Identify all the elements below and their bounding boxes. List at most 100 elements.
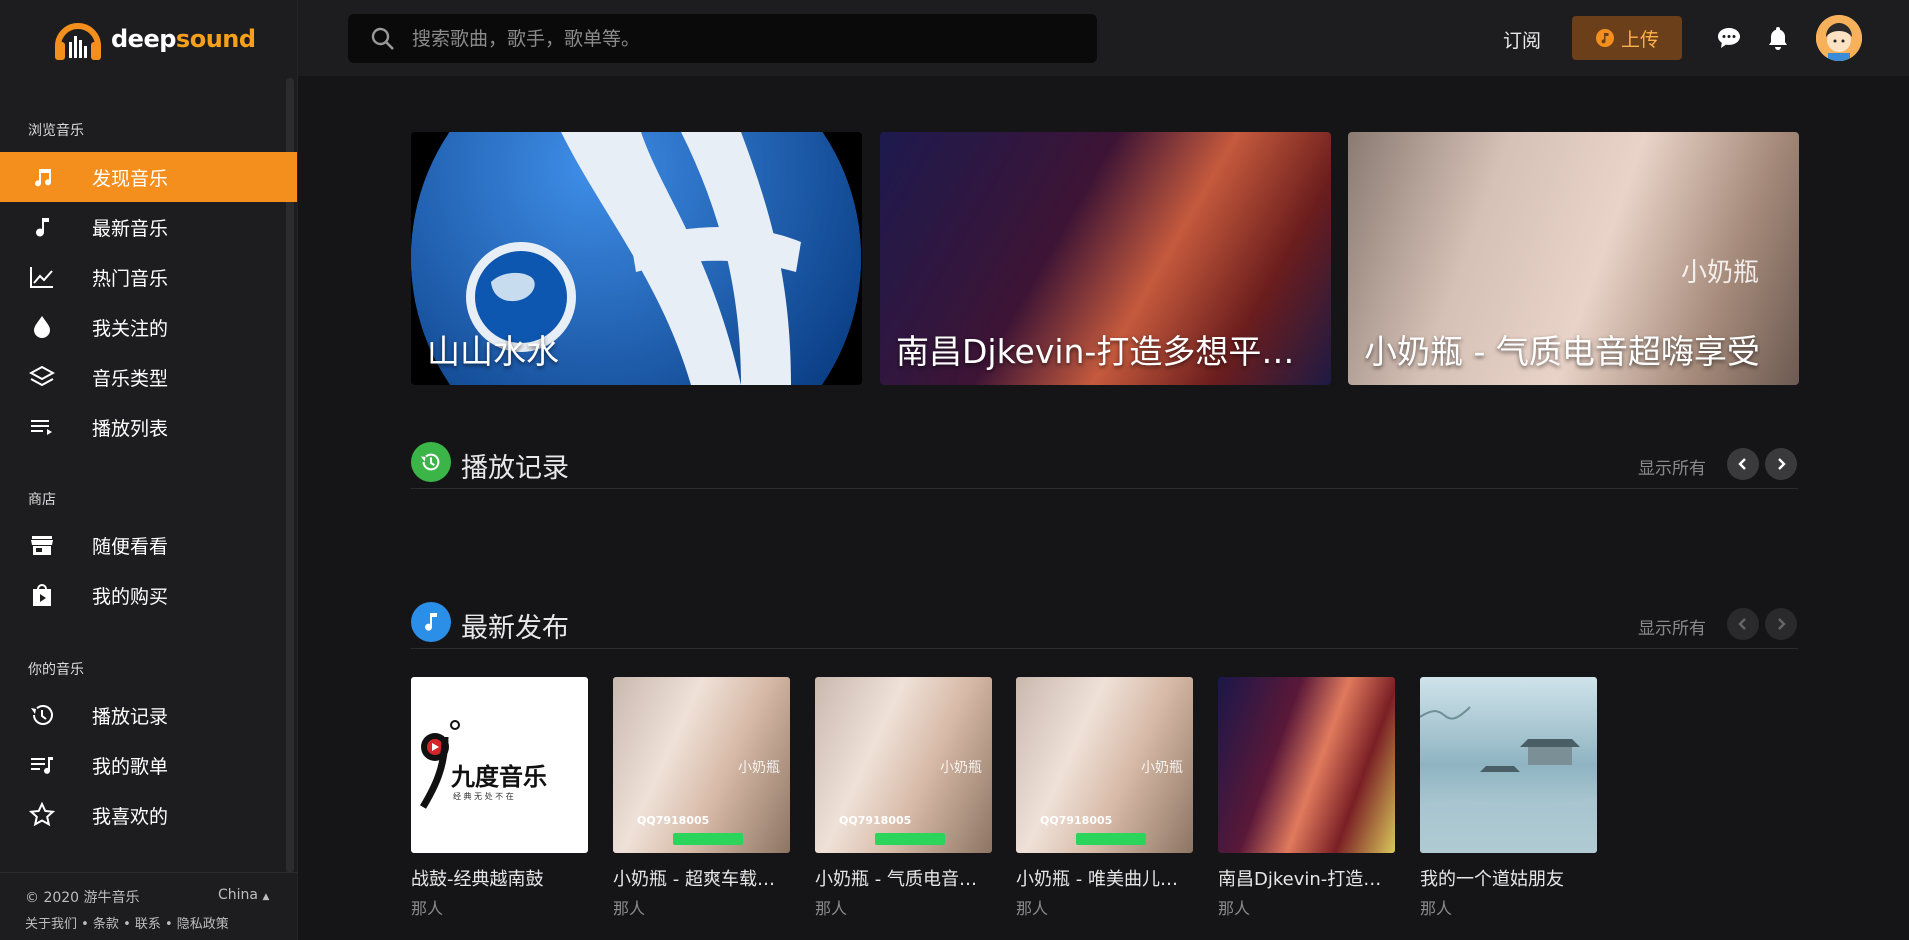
next-arrow-button[interactable]: [1765, 448, 1797, 480]
search-input[interactable]: [410, 26, 1054, 51]
chevron-right-icon: [1778, 618, 1786, 630]
sidebar-item-history[interactable]: 播放记录: [0, 690, 297, 740]
sidebar-item-hot[interactable]: 热门音乐: [0, 252, 297, 302]
sidebar-item-label: 我的歌单: [92, 755, 169, 778]
layers-icon: [28, 363, 56, 391]
logo-text: deepsound: [111, 25, 256, 53]
sidebar-item-genres[interactable]: 音乐类型: [0, 352, 297, 402]
prev-arrow-button[interactable]: [1727, 448, 1759, 480]
track-title[interactable]: 战鼓-经典越南鼓: [411, 865, 588, 891]
sidebar: deepsound 浏览音乐 发现音乐 最新音乐 热门音乐 我关注的 音乐类型: [0, 0, 298, 940]
chevron-left-icon: [1738, 458, 1746, 470]
track-title[interactable]: 小奶瓶 - 气质电音超嗨享受: [815, 865, 992, 891]
music-note-icon: [28, 163, 56, 191]
track-artist[interactable]: 那人: [1016, 895, 1193, 919]
notifications-bell-icon[interactable]: [1764, 24, 1792, 52]
track-artist[interactable]: 那人: [1420, 895, 1597, 919]
track-card[interactable]: 小奶瓶 QQ7918005 小奶瓶 - 气质电音超嗨享受 那人: [815, 677, 992, 919]
track-card[interactable]: 南昌Djkevin-打造多想平庸的我 那人: [1218, 677, 1395, 919]
sidebar-item-label: 我喜欢的: [92, 805, 169, 828]
cover-qq-text: QQ7918005: [839, 814, 912, 827]
track-card[interactable]: 小奶瓶 QQ7918005 小奶瓶 - 唯美曲儿合集 那人: [1016, 677, 1193, 919]
jiudu-brand-text: 九度音乐: [451, 763, 547, 791]
prev-arrow-button[interactable]: [1727, 608, 1759, 640]
footer-links[interactable]: 关于我们 • 条款 • 联系 • 隐私政策: [25, 913, 229, 932]
chevron-left-icon: [1738, 618, 1746, 630]
track-cover: 小奶瓶 QQ7918005: [815, 677, 992, 853]
track-artist[interactable]: 那人: [1218, 895, 1395, 919]
cover-qq-text: QQ7918005: [1040, 814, 1113, 827]
cover-watermark: 小奶瓶: [738, 760, 780, 776]
sidebar-item-label: 音乐类型: [92, 367, 169, 390]
track-artist[interactable]: 那人: [613, 895, 790, 919]
track-artist[interactable]: 那人: [815, 895, 992, 919]
headphones-logo-icon: [55, 23, 101, 60]
featured-banner[interactable]: 小奶瓶 小奶瓶 - 气质电音超嗨享受: [1348, 132, 1799, 385]
shopping-bag-icon: [28, 581, 56, 609]
cover-watermark: 小奶瓶: [1141, 760, 1183, 776]
pavilion-painting-icon: [1420, 706, 1597, 853]
track-artist[interactable]: 那人: [411, 895, 588, 919]
drop-icon: [28, 313, 56, 341]
history-icon: [411, 442, 451, 482]
section-title-store: 商店: [28, 492, 56, 508]
sidebar-item-label: 播放列表: [92, 417, 169, 440]
sidebar-item-playlists[interactable]: 播放列表: [0, 402, 297, 452]
show-all-link[interactable]: 显示所有: [1638, 614, 1706, 639]
sidebar-item-favorites[interactable]: 我喜欢的: [0, 790, 297, 840]
chevron-right-icon: [1778, 458, 1786, 470]
copyright: © 2020 游牛音乐: [25, 890, 140, 906]
track-title[interactable]: 我的一个道姑朋友: [1420, 865, 1597, 891]
sidebar-item-my-playlists[interactable]: 我的歌单: [0, 740, 297, 790]
sidebar-item-discover[interactable]: 发现音乐: [0, 152, 297, 202]
sidebar-item-purchases[interactable]: 我的购买: [0, 570, 297, 620]
featured-banner[interactable]: 山山水水: [411, 132, 862, 385]
sidebar-item-following[interactable]: 我关注的: [0, 302, 297, 352]
messages-icon[interactable]: [1715, 24, 1743, 52]
music-note-icon: [411, 602, 451, 642]
avatar[interactable]: [1816, 15, 1862, 61]
cover-watermark: 小奶瓶: [940, 760, 982, 776]
section-title-your-music: 你的音乐: [28, 662, 84, 678]
playlist-icon: [28, 413, 56, 441]
sidebar-item-label: 最新音乐: [92, 217, 169, 240]
sidebar-item-label: 播放记录: [92, 705, 169, 728]
sidebar-item-label: 发现音乐: [92, 167, 169, 190]
track-cover: 小奶瓶 QQ7918005: [613, 677, 790, 853]
track-cover: 九度音乐 经 典 无 处 不 在: [411, 677, 588, 853]
track-title[interactable]: 南昌Djkevin-打造多想平庸的我: [1218, 865, 1395, 891]
sidebar-footer: © 2020 游牛音乐 China ▲ 关于我们 • 条款 • 联系 • 隐私政…: [0, 872, 297, 932]
show-all-link[interactable]: 显示所有: [1638, 454, 1706, 479]
track-card[interactable]: 我的一个道姑朋友 那人: [1420, 677, 1597, 919]
track-card[interactable]: 小奶瓶 QQ7918005 小奶瓶 - 超爽车载音乐 那人: [613, 677, 790, 919]
banner-watermark: 小奶瓶: [1680, 258, 1759, 288]
cover-green-label: [1076, 833, 1146, 845]
my-playlist-icon: [28, 751, 56, 779]
sidebar-item-latest[interactable]: 最新音乐: [0, 202, 297, 252]
language-selector[interactable]: China ▲: [218, 887, 269, 903]
banner-title: 小奶瓶 - 气质电音超嗨享受: [1364, 332, 1760, 371]
track-card[interactable]: 九度音乐 经 典 无 处 不 在 战鼓-经典越南鼓 那人: [411, 677, 588, 919]
next-arrow-button[interactable]: [1765, 608, 1797, 640]
sidebar-item-label: 热门音乐: [92, 267, 169, 290]
featured-banner[interactable]: 南昌Djkevin-打造多想平庸的我: [880, 132, 1331, 385]
track-cover: [1218, 677, 1395, 853]
section-title: 最新发布: [461, 613, 569, 644]
sidebar-item-label: 我关注的: [92, 317, 169, 340]
trending-chart-icon: [28, 263, 56, 291]
track-title[interactable]: 小奶瓶 - 超爽车载音乐: [613, 865, 790, 891]
cover-green-label: [875, 833, 945, 845]
track-cover: [1420, 677, 1597, 853]
logo[interactable]: deepsound: [53, 14, 256, 64]
sidebar-item-browse-store[interactable]: 随便看看: [0, 520, 297, 570]
track-title[interactable]: 小奶瓶 - 唯美曲儿合集: [1016, 865, 1193, 891]
section-title-browse: 浏览音乐: [28, 123, 84, 139]
cover-green-label: [673, 833, 743, 845]
search-bar[interactable]: [348, 14, 1097, 63]
sidebar-item-label: 随便看看: [92, 535, 169, 558]
subscribe-link[interactable]: 订阅: [1503, 26, 1541, 53]
banner-title: 山山水水: [427, 332, 559, 371]
history-section-header: 播放记录 显示所有: [411, 428, 1798, 489]
upload-button[interactable]: 上传: [1572, 16, 1682, 60]
cover-qq-text: QQ7918005: [637, 814, 710, 827]
